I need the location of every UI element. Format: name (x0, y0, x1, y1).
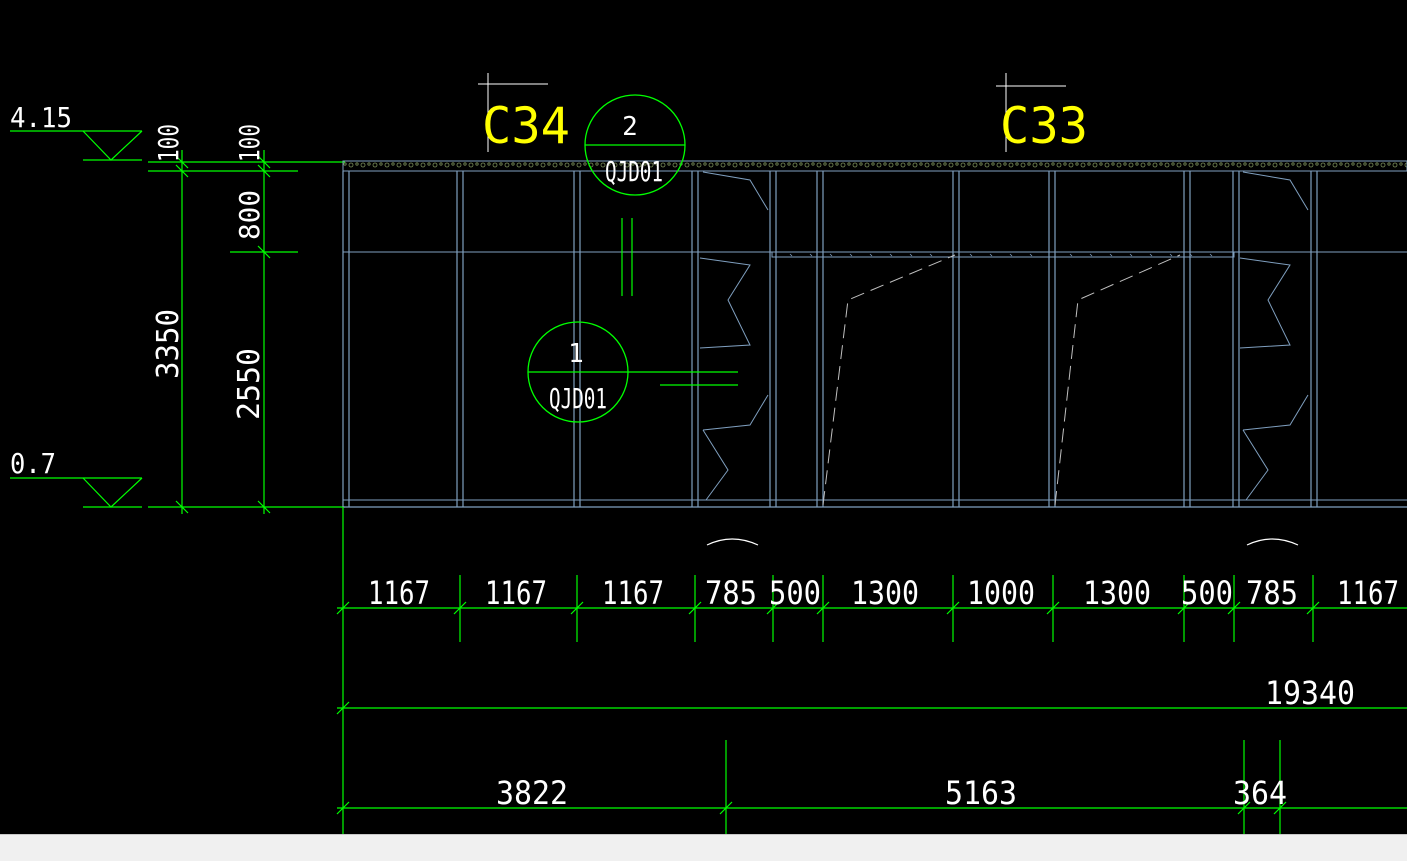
dim-row1-2: 1167 (602, 574, 664, 612)
break-line-left (702, 171, 769, 211)
dim-row1-3: 785 (705, 574, 757, 612)
dim-row3-2: 364 (1233, 774, 1287, 812)
detail-marker-1[interactable]: 1 QJD01 (527, 321, 738, 423)
elevation-top-label: 4.15 (10, 101, 72, 134)
dim-top-b: 100 (233, 124, 266, 162)
detail-marker-1-number: 1 (568, 339, 584, 369)
wall-coping (342, 160, 1407, 172)
dim-row1-5: 1300 (851, 574, 919, 612)
dim-row1-4: 500 (769, 574, 821, 612)
elevation-marker-bottom: 0.7 (10, 447, 143, 508)
hidden-line-1 (822, 254, 956, 506)
wall-elevation (342, 160, 1407, 546)
dim-row-2: 19340 (336, 674, 1407, 715)
hidden-line-2 (1054, 254, 1181, 506)
dim-overall-height: 3350 (151, 309, 186, 379)
detail-marker-1-ref: QJD01 (549, 382, 607, 415)
dim-row1-0: 1167 (368, 574, 430, 612)
elevation-bottom-label: 0.7 (10, 447, 56, 480)
break-line-right (1242, 171, 1309, 211)
dim-row3-1: 5163 (945, 774, 1017, 812)
status-bar (0, 834, 1407, 861)
grid-label-right: C33 (1000, 97, 1088, 155)
dim-row1-10: 1167 (1337, 574, 1399, 612)
grid-marker-left: C34 (478, 73, 570, 155)
arc-symbol-left (706, 538, 759, 546)
dim-row-3: 3822 5163 364 (336, 740, 1407, 834)
grid-marker-right: C33 (996, 73, 1088, 155)
dim-mid: 800 (233, 190, 266, 240)
grid-label-left: C34 (482, 97, 570, 155)
cad-drawing-canvas[interactable]: 4.15 0.7 3350 100 100 800 2550 C34 C33 2… (0, 0, 1407, 860)
dim-lower: 2550 (232, 348, 267, 420)
dim-row1-9: 785 (1246, 574, 1298, 612)
elevation-marker-top: 4.15 (10, 101, 143, 161)
dim-row-1: 1167 1167 1167 785 500 1300 1000 1300 50… (336, 574, 1407, 642)
detail-marker-2[interactable]: 2 QJD01 (584, 94, 686, 296)
dim-top-a: 100 (152, 124, 185, 162)
dim-row1-7: 1300 (1083, 574, 1151, 612)
dim-row1-6: 1000 (967, 574, 1035, 612)
lintel-band (771, 251, 1235, 258)
dim-row2-0: 19340 (1265, 674, 1355, 712)
dim-row1-1: 1167 (485, 574, 547, 612)
detail-marker-2-number: 2 (622, 112, 638, 142)
dim-row1-8: 500 (1181, 574, 1233, 612)
arc-symbol-right (1246, 538, 1299, 546)
dim-row3-0: 3822 (496, 774, 568, 812)
detail-marker-2-ref: QJD01 (605, 155, 663, 188)
